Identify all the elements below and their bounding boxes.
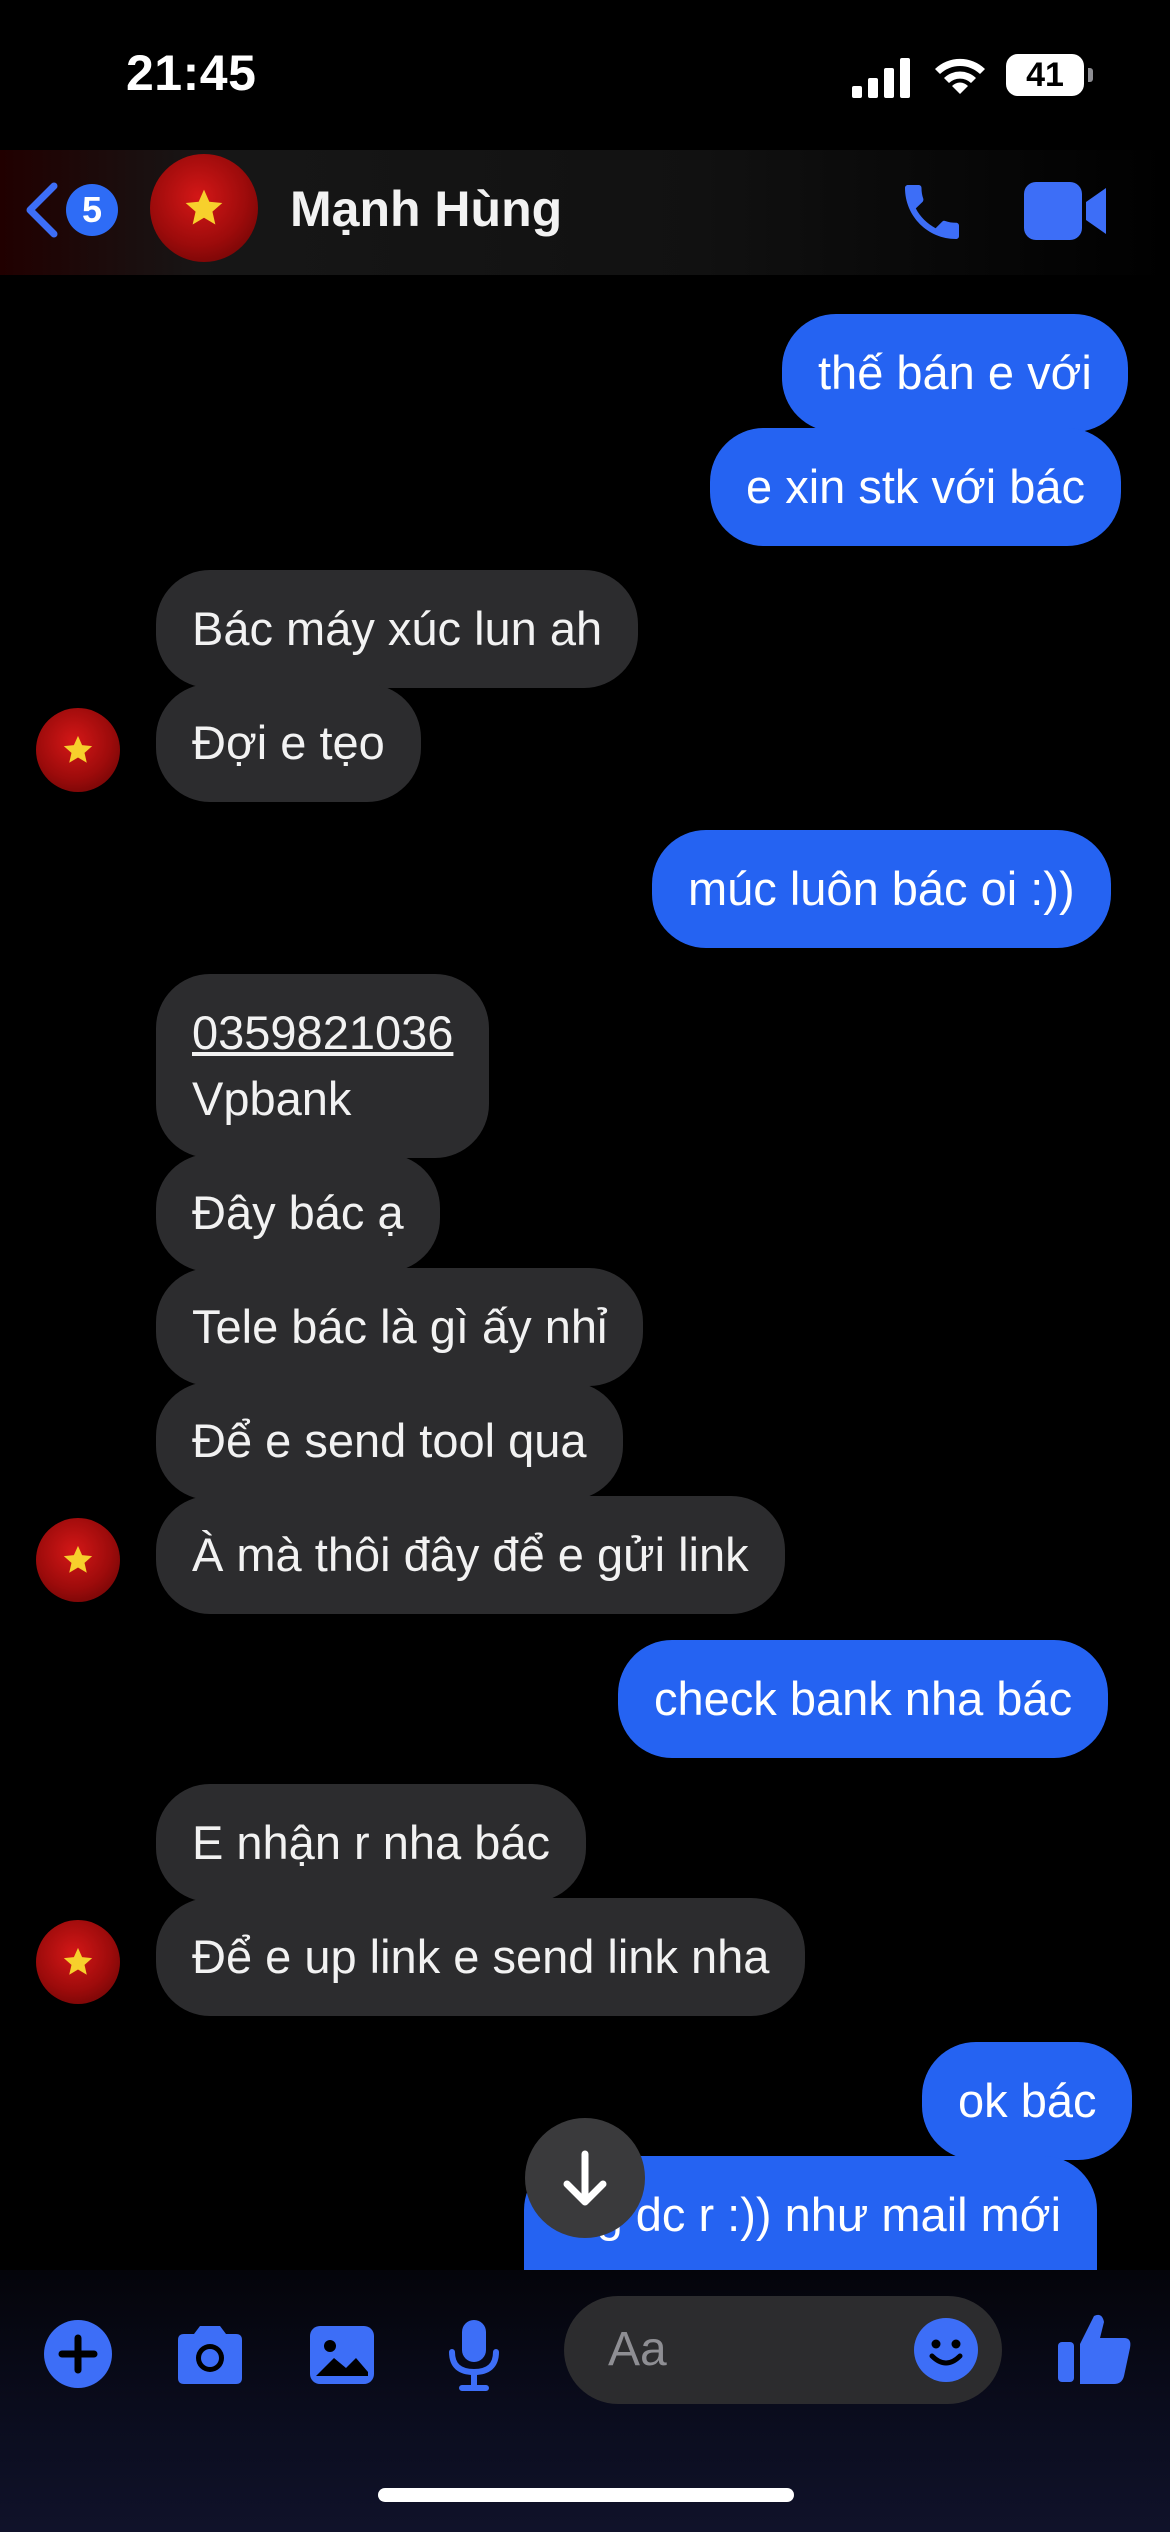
message-incoming[interactable]: Đây bác ạ [156,1154,440,1272]
message-outgoing[interactable]: e xin stk với bác [710,428,1122,546]
back-button[interactable]: 5 [22,174,132,244]
video-icon[interactable] [1024,180,1108,242]
message-incoming[interactable]: Để e up link e send link nha [156,1898,806,2016]
microphone-icon[interactable] [434,2314,514,2394]
message-text: check bank nha bác [654,1672,1073,1725]
scroll-to-bottom-button[interactable] [525,2118,645,2238]
message-outgoing[interactable]: check bank nha bác [618,1640,1109,1758]
input-placeholder: Aa [608,2323,667,2376]
message-text: e xin stk với bác [746,460,1086,513]
message-text: thế bán e với [818,346,1092,399]
camera-icon[interactable] [170,2314,250,2394]
star-icon [63,1545,93,1573]
sender-avatar[interactable] [36,708,120,792]
battery-indicator: 41 [1006,54,1093,100]
emoji-icon[interactable] [912,2316,980,2384]
message-incoming[interactable]: À mà thôi đây để e gửi link [156,1496,785,1614]
back-chevron-icon [26,182,58,238]
sender-avatar[interactable] [36,1920,120,2004]
contact-avatar[interactable] [150,154,258,262]
message-incoming[interactable]: Đợi e tẹo [156,684,421,802]
message-incoming[interactable]: Bác máy xúc lun ah [156,570,639,688]
cellular-signal-icon [852,58,910,98]
message-text: múc luôn bác oi :)) [688,862,1075,915]
message-text: ok bác [958,2074,1097,2127]
image-icon[interactable] [302,2314,382,2394]
message-text: À mà thôi đây để e gửi link [192,1528,749,1581]
star-icon [185,189,223,225]
message-incoming[interactable]: E nhận r nha bác [156,1784,586,1902]
message-text: E nhận r nha bác [192,1816,550,1869]
message-incoming[interactable]: Tele bác là gì ấy nhỉ [156,1268,644,1386]
message-outgoing[interactable]: múc luôn bác oi :)) [652,830,1111,948]
status-time: 21:45 [126,45,257,101]
wifi-icon [935,58,985,94]
phone-icon[interactable] [896,176,968,248]
unread-count-badge: 5 [66,184,118,236]
sender-avatar[interactable] [36,1518,120,1602]
arrow-down-icon [563,2150,607,2206]
chat-screen: 21:45 41 5 Mạnh Hùng thế bán e với e xin… [0,0,1170,2532]
home-indicator [378,2488,794,2502]
conversation-header: 5 Mạnh Hùng [0,150,1170,275]
message-outgoing[interactable]: thế bán e với [782,314,1128,432]
message-incoming[interactable]: 0359821036 Vpbank [156,974,490,1158]
contact-name[interactable]: Mạnh Hùng [290,180,562,238]
message-input[interactable]: Aa [564,2296,1002,2404]
thumbs-up-icon[interactable] [1052,2306,1136,2390]
message-incoming[interactable]: Để e send tool qua [156,1382,623,1500]
phone-number-link[interactable]: 0359821036 [192,1000,453,1066]
message-text: Vpbank [192,1072,352,1125]
message-outgoing[interactable]: ok bác [922,2042,1133,2160]
star-icon [63,735,93,763]
plus-icon[interactable] [38,2314,118,2394]
battery-percent: 41 [1026,56,1064,94]
message-text: Để e up link e send link nha [192,1930,770,1983]
message-text: Bác máy xúc lun ah [192,602,603,655]
message-text: Để e send tool qua [192,1414,587,1467]
star-icon [63,1947,93,1975]
message-text: Đây bác ạ [192,1186,404,1239]
message-text: Tele bác là gì ấy nhỉ [192,1300,608,1353]
status-bar: 21:45 41 [0,0,1170,150]
message-text: Đợi e tẹo [192,716,385,769]
